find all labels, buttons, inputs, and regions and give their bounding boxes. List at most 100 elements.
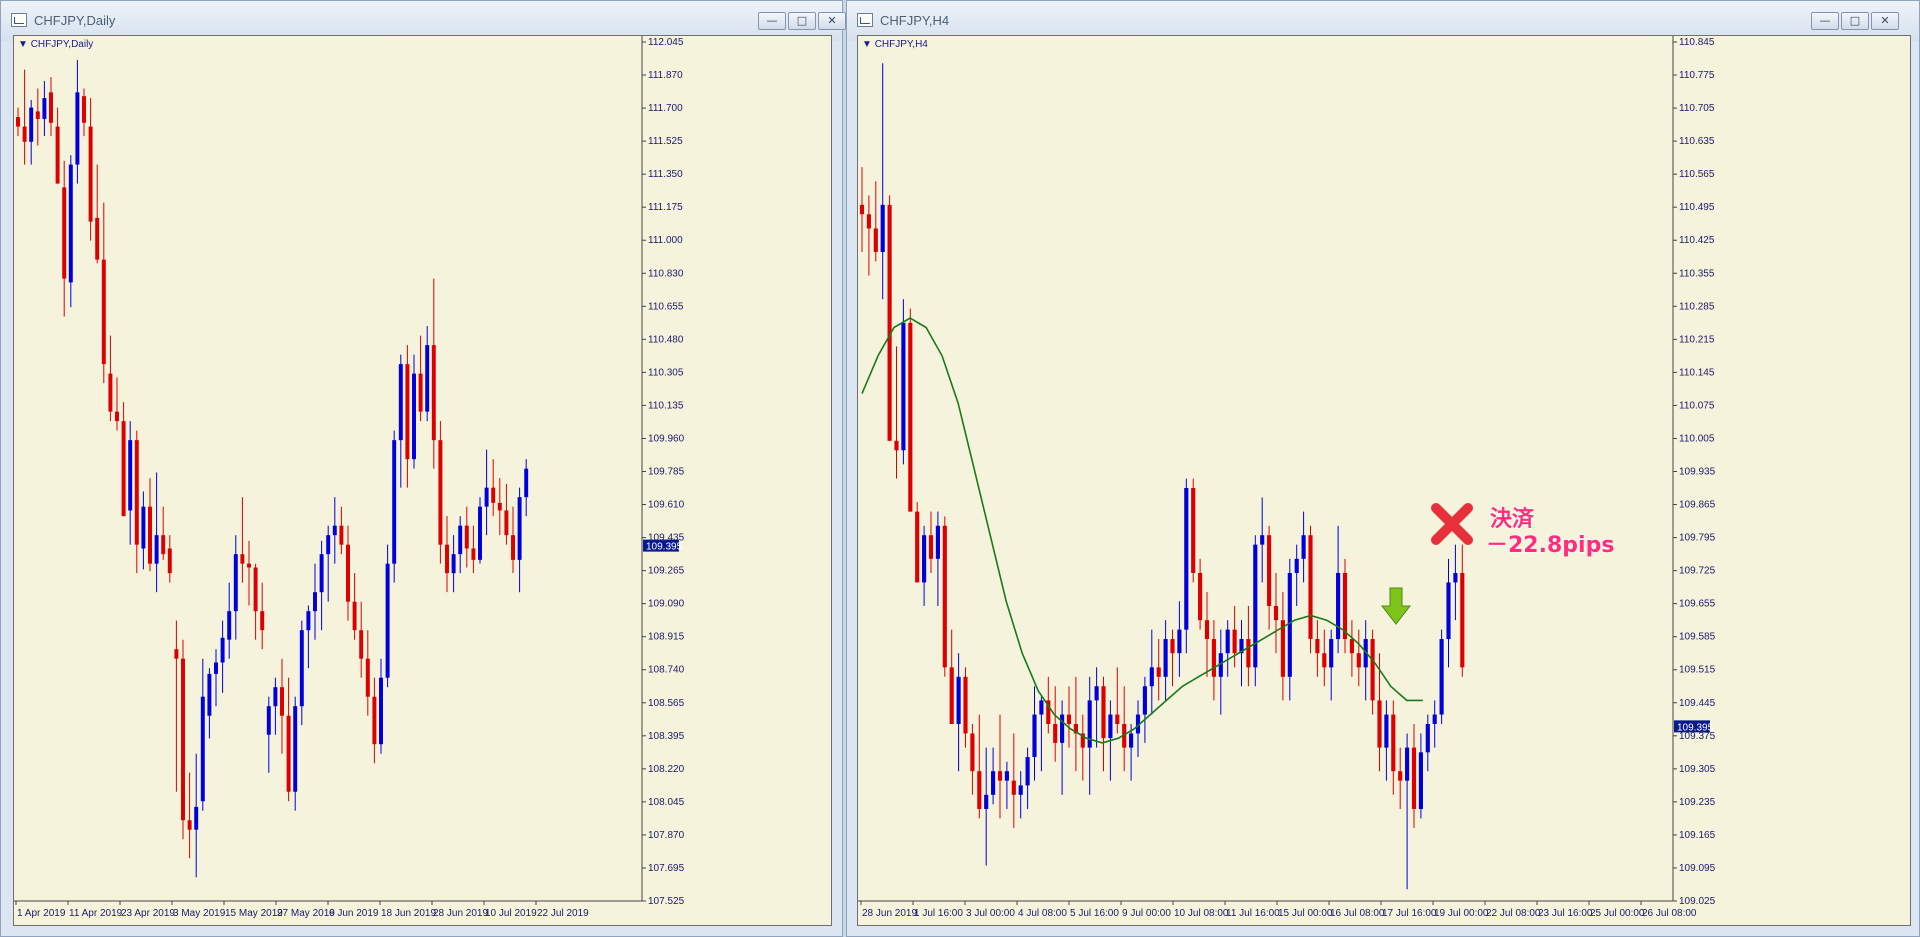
candle-bear: [240, 554, 245, 564]
candle-bull: [326, 535, 331, 555]
price-tick-label: 111.000: [648, 235, 683, 246]
candle-bear: [1066, 714, 1072, 725]
candle-bear: [866, 214, 871, 229]
minimize-icon[interactable]: —: [1811, 12, 1839, 30]
time-tick-label: 26 Jul 08:00: [1642, 908, 1697, 919]
candle-bull: [1108, 714, 1113, 739]
candle-bear: [1156, 667, 1161, 677]
candle-bull: [484, 487, 489, 507]
candle-bear: [491, 487, 496, 503]
price-tick-label: 107.525: [648, 896, 685, 907]
price-tick-label: 109.725: [1679, 566, 1716, 577]
candle-bear: [260, 611, 265, 631]
candle-bear: [405, 364, 410, 460]
restore-icon[interactable]: □: [1841, 12, 1869, 30]
candle-bull: [517, 497, 522, 560]
candle-bear: [438, 440, 443, 545]
price-tick-label: 109.785: [648, 467, 685, 478]
candle-bull: [154, 535, 159, 564]
price-tick-label: 108.740: [648, 665, 685, 676]
candle-bear: [174, 649, 179, 659]
price-tick-label: 109.795: [1679, 533, 1716, 544]
candle-bull: [956, 676, 961, 725]
candle-bull: [425, 345, 430, 412]
current-price-label: 109.395: [1677, 722, 1714, 733]
time-tick-label: 1 Apr 2019: [17, 908, 66, 919]
candle-bull: [1025, 757, 1030, 786]
price-tick-label: 109.165: [1679, 830, 1716, 841]
candle-bear: [161, 535, 166, 555]
candle-bull: [1418, 752, 1423, 809]
candle-bull: [880, 204, 885, 253]
candle-bear: [1273, 606, 1279, 621]
candle-bull: [214, 662, 218, 674]
price-tick-label: 109.445: [1679, 698, 1716, 709]
candle-bull: [319, 554, 324, 593]
candle-bull: [1225, 629, 1230, 654]
candle-bear: [873, 228, 878, 253]
time-tick-label: 28 Jun 2019: [433, 908, 488, 919]
chart-window-h4: CHFJPY,H4 — □ ✕ ▼ CHFJPY,H4 110.845 110.7…: [846, 0, 1920, 937]
price-tick-label: 109.655: [1679, 599, 1716, 610]
candle-bull: [1439, 639, 1444, 715]
close-icon[interactable]: ✕: [1871, 12, 1899, 30]
candle-bear: [88, 126, 93, 222]
time-tick-label: 10 Jul 2019: [485, 908, 537, 919]
candle-bear: [963, 676, 968, 734]
candle-bear: [915, 511, 920, 583]
candle-bull: [332, 525, 337, 536]
time-tick-label: 6 Jun 2019: [329, 908, 379, 919]
price-tick-label: 109.515: [1679, 665, 1716, 676]
chart-window-icon: [857, 13, 873, 27]
candle-bear: [1204, 620, 1210, 640]
restore-icon[interactable]: □: [788, 12, 816, 30]
candle-bull: [1384, 714, 1389, 748]
close-icon[interactable]: ✕: [818, 12, 846, 30]
candle-bull: [1432, 714, 1437, 725]
price-tick-label: 110.655: [648, 301, 684, 312]
candle-bull: [478, 506, 482, 560]
candle-bull: [1329, 639, 1334, 668]
candle-bull: [458, 525, 463, 555]
price-tick-label: 111.175: [648, 202, 683, 213]
price-tick-label: 108.565: [648, 698, 685, 709]
candle-bear: [1377, 700, 1382, 748]
price-tick-label: 111.870: [648, 70, 683, 81]
chart-canvas-h4[interactable]: ▼ CHFJPY,H4 110.845 110.775 110.705 110.635…: [857, 35, 1911, 926]
candle-bull: [1287, 572, 1292, 677]
candle-bear: [253, 567, 258, 612]
candle-bear: [187, 820, 192, 830]
candle-bear: [1315, 639, 1320, 654]
price-tick-label: 110.705: [1679, 103, 1715, 114]
candle-bull: [1004, 771, 1009, 781]
candle-bear: [108, 373, 113, 412]
chart-canvas-daily[interactable]: ▼ CHFJPY,Daily 112.045 111.870 111.700 111.…: [13, 35, 832, 926]
price-tick-label: 110.285: [1679, 301, 1715, 312]
time-tick-label: 3 Jul 00:00: [966, 908, 1015, 919]
price-tick-label: 111.350: [648, 169, 683, 180]
price-tick-label: 109.090: [648, 599, 685, 610]
time-tick-label: 9 Jul 00:00: [1122, 908, 1171, 919]
candle-bull: [901, 322, 906, 451]
candle-bear: [181, 658, 185, 821]
price-tick-label: 110.830: [648, 268, 684, 279]
candle-bear: [471, 548, 476, 560]
candle-bear: [1398, 771, 1403, 781]
candle-bear: [942, 525, 947, 668]
price-tick-label: 108.395: [648, 731, 685, 742]
candle-bull: [293, 706, 298, 792]
candle-bull: [1425, 724, 1430, 753]
candle-bull: [194, 806, 199, 830]
price-tick-label: 110.305: [648, 367, 684, 378]
time-tick-label: 11 Jul 16:00: [1226, 908, 1280, 919]
candle-bear: [1308, 535, 1313, 640]
candle-bull: [1142, 686, 1147, 715]
candle-bull: [1184, 488, 1189, 630]
price-tick-label: 110.145: [1679, 367, 1715, 378]
candle-bear: [1370, 639, 1375, 701]
candle-bull: [1163, 639, 1168, 677]
candle-bull: [1453, 572, 1458, 583]
minimize-icon[interactable]: —: [758, 12, 786, 30]
chart-window-daily: CHFJPY,Daily — □ ✕ ▼ CHFJPY,Daily 112.04…: [0, 0, 846, 937]
candle-bear: [101, 259, 106, 365]
